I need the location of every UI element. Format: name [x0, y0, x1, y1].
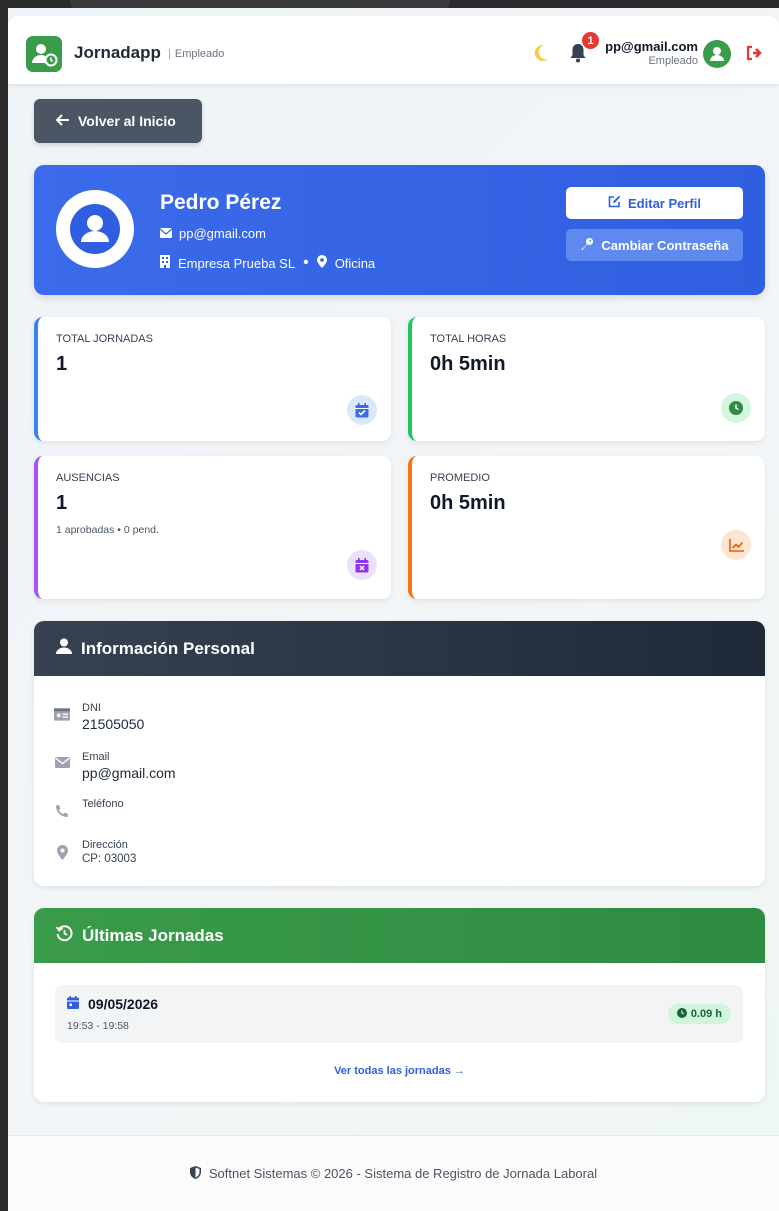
personal-info-card: Información Personal DNI 21505050 Email …: [34, 621, 765, 886]
jornada-hours: 0.09 h: [690, 1008, 722, 1020]
profile-company: Empresa Prueba SL: [178, 255, 296, 271]
envelope-icon: [159, 226, 173, 241]
footer: Softnet Sistemas © 2026 - Sistema de Reg…: [8, 1135, 779, 1211]
building-icon: [160, 255, 170, 271]
stat-label: AUSENCIAS: [56, 472, 120, 484]
user-email: pp@gmail.com: [605, 39, 698, 54]
stat-label: TOTAL JORNADAS: [56, 333, 153, 345]
phone-label: Teléfono: [82, 798, 124, 810]
last-jornadas-header: Últimas Jornadas: [34, 908, 765, 963]
stat-value: 0h 5min: [430, 353, 506, 375]
envelope-icon: [54, 751, 70, 781]
last-jornadas-title: Últimas Jornadas: [82, 925, 224, 945]
stat-subtext: 1 aprobadas • 0 pend.: [56, 524, 159, 536]
info-address-row: Dirección CP: 03003: [54, 839, 136, 865]
navbar: Jornadapp Empleado 1 pp@gmail.com Emplea…: [8, 16, 779, 84]
dni-value: 21505050: [82, 716, 145, 732]
profile-email: pp@gmail.com: [179, 226, 266, 241]
phone-icon: [54, 798, 70, 818]
address-label: Dirección: [82, 839, 128, 851]
map-pin-icon: [54, 839, 70, 865]
app-frame: Jornadapp Empleado 1 pp@gmail.com Emplea…: [8, 8, 779, 1211]
jornada-list-item[interactable]: 09/05/2026 19:53 - 19:58 0.09 h: [55, 985, 743, 1043]
profile-separator: •: [303, 254, 309, 271]
stat-value: 1: [56, 492, 68, 514]
stat-label: PROMEDIO: [430, 472, 490, 484]
history-icon: [55, 924, 73, 947]
back-to-home-button[interactable]: Volver al Inicio: [34, 99, 202, 143]
footer-text: Softnet Sistemas © 2026 - Sistema de Reg…: [208, 1166, 598, 1181]
map-pin-icon: [316, 255, 327, 271]
back-button-label: Volver al Inicio: [78, 113, 176, 129]
last-jornadas-card: Últimas Jornadas 09/05/2026 19:53 - 19:5…: [34, 908, 765, 1102]
info-email-row: Email pp@gmail.com: [54, 751, 176, 781]
info-dni-row: DNI 21505050: [54, 702, 144, 732]
user-avatar-icon[interactable]: [703, 40, 731, 68]
stat-value: 1: [56, 353, 68, 375]
user-role: Empleado: [648, 55, 698, 67]
edit-profile-label: Editar Perfil: [628, 195, 701, 211]
profile-location: Oficina: [334, 255, 376, 271]
profile-name: Pedro Pérez: [160, 191, 282, 214]
app-logo-icon[interactable]: [26, 36, 62, 72]
dni-label: DNI: [82, 702, 101, 714]
chart-line-icon: [721, 530, 751, 560]
stat-total-jornadas: TOTAL JORNADAS 1: [34, 317, 391, 441]
calendar-icon: [67, 996, 79, 1012]
id-card-icon: [54, 702, 70, 732]
jornada-hours-badge: 0.09 h: [667, 1004, 731, 1024]
edit-profile-button[interactable]: Editar Perfil: [566, 187, 743, 219]
stat-total-horas: TOTAL HORAS 0h 5min: [408, 317, 765, 441]
user-icon: [56, 638, 72, 659]
change-password-label: Cambiar Contraseña: [601, 237, 729, 253]
key-icon: [580, 237, 594, 254]
info-phone-row: Teléfono: [54, 798, 124, 818]
stat-value: 0h 5min: [430, 492, 506, 514]
personal-info-header: Información Personal: [34, 621, 765, 676]
jornada-time: 19:53 - 19:58: [67, 1020, 129, 1032]
app-role: Empleado: [168, 48, 225, 60]
moon-icon[interactable]: [533, 44, 549, 67]
calendar-x-icon: [347, 550, 377, 580]
profile-company-row: Empresa Prueba SL • Oficina: [160, 254, 375, 272]
email-label: Email: [82, 751, 110, 763]
profile-avatar-icon: [56, 190, 134, 268]
jornada-date-row: 09/05/2026: [67, 996, 158, 1012]
address-value: CP: 03003: [82, 853, 137, 865]
stat-label: TOTAL HORAS: [430, 333, 507, 345]
notification-badge[interactable]: 1: [581, 31, 600, 50]
logout-icon[interactable]: [746, 45, 764, 66]
clock-icon: [721, 393, 751, 423]
stat-ausencias: AUSENCIAS 1 1 aprobadas • 0 pend.: [34, 456, 391, 599]
profile-card: Pedro Pérez pp@gmail.com Empresa Prueba …: [34, 165, 765, 295]
profile-email-row: pp@gmail.com: [159, 226, 266, 241]
email-value: pp@gmail.com: [82, 765, 176, 781]
arrow-left-icon: [55, 113, 70, 129]
stat-promedio: PROMEDIO 0h 5min: [408, 456, 765, 599]
window-top-strip: [70, 0, 450, 8]
see-all-jornadas-link[interactable]: Ver todas las jornadas →: [34, 1065, 765, 1077]
calendar-check-icon: [347, 395, 377, 425]
clock-icon: [676, 1007, 687, 1021]
personal-info-title: Información Personal: [81, 638, 255, 658]
jornada-date: 09/05/2026: [88, 996, 159, 1012]
change-password-button[interactable]: Cambiar Contraseña: [566, 229, 743, 261]
edit-icon: [608, 195, 621, 211]
app-name[interactable]: Jornadapp: [74, 43, 161, 63]
shield-icon: [189, 1165, 201, 1182]
